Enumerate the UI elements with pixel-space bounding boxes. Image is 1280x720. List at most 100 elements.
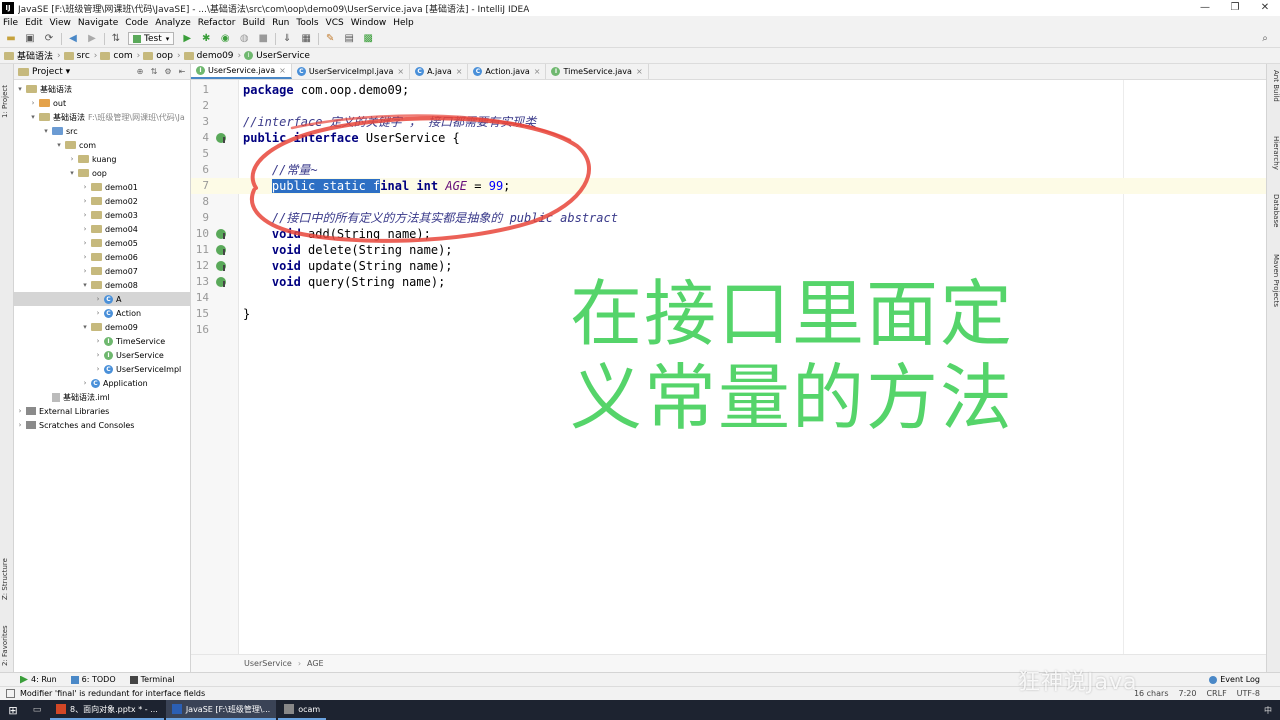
tree-item[interactable]: › demo06 [14,250,191,264]
hide-icon[interactable]: ⇤ [176,67,188,76]
breadcrumb-item[interactable]: I UserService [244,51,310,61]
breadcrumb-item[interactable]: demo09 › [183,51,241,61]
tree-item[interactable]: ▾ demo08 [14,278,191,292]
menu-code[interactable]: Code [125,18,148,28]
favorites-tool-tab[interactable]: 2: Favorites [1,610,13,666]
expand-arrow-icon[interactable]: › [16,407,24,415]
editor-tab[interactable]: C Action.java × [468,64,547,79]
project-tool-tab[interactable]: 1: Project [1,68,13,118]
tree-item[interactable]: ▾ demo09 [14,320,191,334]
ant-build-tool-tab[interactable]: Ant Build [1269,70,1280,120]
line-separator[interactable]: CRLF [1206,689,1226,698]
expand-arrow-icon[interactable]: › [94,309,102,317]
tree-item[interactable]: › C Application [14,376,191,390]
debug-icon[interactable]: ✱ [199,32,213,46]
implemented-marker-icon[interactable] [216,229,226,239]
expand-arrow-icon[interactable]: › [94,337,102,345]
tool-windows-icon[interactable] [6,689,15,698]
tree-item[interactable]: › I TimeService [14,334,191,348]
run-configuration-select[interactable]: Test ▾ [128,32,175,45]
taskbar-app[interactable]: 8、面向对象.pptx * - ... [50,700,164,720]
expand-arrow-icon[interactable]: ▾ [42,127,50,135]
expand-arrow-icon[interactable]: ▾ [29,113,37,121]
editor-tab[interactable]: I UserService.java × [191,64,292,79]
breadcrumb-item[interactable]: src › [63,51,97,61]
breadcrumb-item[interactable]: com › [100,51,140,61]
menu-view[interactable]: View [50,18,71,28]
expand-arrow-icon[interactable]: › [81,197,89,205]
implemented-marker-icon[interactable] [216,245,226,255]
tree-item[interactable]: › C A [14,292,191,306]
minimize-icon[interactable]: — [1190,0,1220,16]
file-encoding[interactable]: UTF-8 [1237,689,1260,698]
update-icon[interactable]: ⇓ [280,32,294,46]
expand-arrow-icon[interactable]: › [81,267,89,275]
forward-icon[interactable]: ▶ [85,32,99,46]
menu-refactor[interactable]: Refactor [198,18,236,28]
expand-arrow-icon[interactable]: › [29,99,37,107]
build-icon[interactable]: ⇅ [109,32,123,46]
run-tool-tab[interactable]: 4: Run [20,675,57,684]
expand-arrow-icon[interactable]: ▾ [68,169,76,177]
project-structure-icon[interactable]: ▦ [299,32,313,46]
menu-tools[interactable]: Tools [296,18,318,28]
expand-arrow-icon[interactable]: › [94,351,102,359]
terminal-tool-tab[interactable]: Terminal [129,675,174,684]
search-everywhere-icon[interactable]: ⌕ [1258,32,1272,46]
editor-tab[interactable]: I TimeService.java × [546,64,649,79]
menu-edit[interactable]: Edit [25,18,42,28]
collapse-all-icon[interactable]: ⇅ [148,67,160,76]
taskbar-app[interactable]: JavaSE [F:\班级管理\... [165,700,277,720]
profile-icon[interactable]: ◍ [237,32,251,46]
tree-item[interactable]: › C Action [14,306,191,320]
expand-arrow-icon[interactable]: ▾ [55,141,63,149]
editor-crumb-class[interactable]: UserService [244,659,292,668]
tree-item[interactable]: › kuang [14,152,191,166]
database-tool-tab[interactable]: Database [1269,194,1280,244]
sync-icon[interactable]: ⟳ [42,32,56,46]
maven-projects-tool-tab[interactable]: Maven Projects [1269,254,1280,324]
menu-help[interactable]: Help [393,18,414,28]
editor-tab[interactable]: C A.java × [410,64,469,79]
tree-item[interactable]: › out [14,96,191,110]
tree-item[interactable]: ▾ com [14,138,191,152]
menu-build[interactable]: Build [243,18,266,28]
settings-wrench-icon[interactable]: ✎ [323,32,337,46]
back-icon[interactable]: ◀ [66,32,80,46]
sdk-icon[interactable]: ▤ [342,32,356,46]
editor-crumb-field[interactable]: AGE [307,659,324,668]
close-icon[interactable]: ✕ [1250,0,1280,16]
expand-arrow-icon[interactable]: › [68,155,76,163]
tree-item[interactable]: › demo03 [14,208,191,222]
tree-item[interactable]: › demo04 [14,222,191,236]
breadcrumb-item[interactable]: oop › [143,51,181,61]
editor-tab[interactable]: C UserServiceImpl.java × [292,64,411,79]
open-folder-icon[interactable]: ▬ [4,32,18,46]
tree-item[interactable]: ▾ 基础语法 [14,82,191,96]
implemented-marker-icon[interactable] [216,277,226,287]
tree-item[interactable]: › External Libraries [14,404,191,418]
tree-item[interactable]: › demo01 [14,180,191,194]
tree-item[interactable]: › I UserService [14,348,191,362]
expand-arrow-icon[interactable]: ▾ [81,323,89,331]
code-line[interactable]: 1 package com.oop.demo09; [191,82,1266,98]
expand-arrow-icon[interactable]: › [81,211,89,219]
maximize-icon[interactable]: ❐ [1220,0,1250,16]
expand-arrow-icon[interactable]: › [81,225,89,233]
tree-item[interactable]: ▾ 基础语法 F:\班级管理\网课班\代码\Ja [14,110,191,124]
todo-tool-tab[interactable]: 6: TODO [70,675,116,684]
windows-start-icon[interactable]: ⊞ [0,700,26,720]
expand-arrow-icon[interactable]: ▾ [81,281,89,289]
vcs-icon[interactable]: ▩ [361,32,375,46]
gear-icon[interactable]: ⚙ [162,67,174,76]
locate-icon[interactable]: ⊕ [134,67,146,76]
tree-item[interactable]: ▾ src [14,124,191,138]
close-tab-icon[interactable]: × [534,67,541,76]
menu-run[interactable]: Run [272,18,289,28]
tree-item[interactable]: › Scratches and Consoles [14,418,191,432]
close-tab-icon[interactable]: × [279,66,286,75]
expand-arrow-icon[interactable]: › [94,365,102,373]
tree-item[interactable]: › demo02 [14,194,191,208]
event-log-tool-tab[interactable]: Event Log [1209,675,1260,684]
breadcrumb-item[interactable]: 基础语法 › [4,49,61,62]
